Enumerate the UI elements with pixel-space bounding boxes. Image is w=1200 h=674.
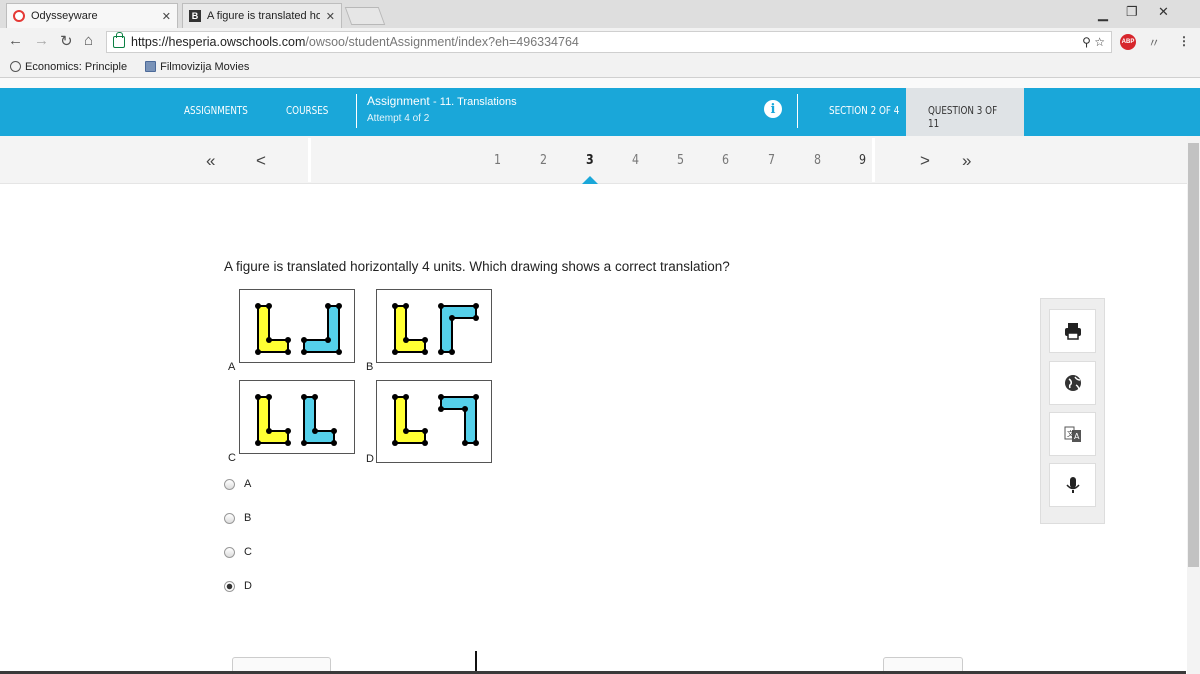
new-tab-button[interactable]	[344, 7, 386, 25]
answer-option-d[interactable]: D	[224, 580, 252, 592]
qnav-separator	[308, 138, 311, 182]
question-number-9[interactable]: 9	[859, 153, 866, 168]
assignment-name: - 11. Translations	[433, 96, 517, 108]
bookmark-star-icon[interactable]: ⚲ ☆	[1082, 35, 1105, 49]
page-top-strip	[0, 78, 1200, 88]
question-number-4[interactable]: 4	[632, 153, 639, 168]
figure-label-a: A	[228, 361, 236, 373]
answer-option-a[interactable]: A	[224, 478, 251, 490]
brainly-favicon-icon: B	[189, 10, 201, 22]
scrollbar-thumb[interactable]	[1188, 143, 1199, 567]
question-number-5[interactable]: 5	[677, 153, 684, 168]
bookmark-label: Filmovizija Movies	[160, 60, 250, 73]
figure-label-b: B	[366, 361, 374, 373]
answer-option-b[interactable]: B	[224, 512, 251, 524]
adblock-plus-icon[interactable]: ABP	[1120, 34, 1136, 50]
tab-title: Odysseyware	[31, 10, 98, 22]
translate-button[interactable]: 文A	[1049, 412, 1096, 456]
minimize-icon[interactable]: ▁	[1098, 6, 1108, 22]
print-button[interactable]	[1049, 309, 1096, 353]
question-number-6[interactable]: 6	[722, 153, 729, 168]
question-number-2[interactable]: 2	[540, 153, 547, 168]
first-question-button[interactable]: «	[206, 151, 215, 171]
option-label-c: C	[244, 546, 252, 558]
bookmark-favicon-icon	[10, 61, 21, 72]
next-question-button[interactable]: >	[920, 151, 930, 171]
radio-d-selected[interactable]	[224, 580, 235, 592]
radio-a[interactable]	[224, 478, 235, 490]
nav-courses[interactable]: COURSES	[286, 104, 328, 117]
tab-title: A figure is translated hor	[207, 10, 320, 22]
lock-icon	[113, 32, 125, 48]
figure-c	[239, 380, 355, 454]
option-label-d: D	[244, 580, 252, 592]
figure-a	[239, 289, 355, 363]
radio-c[interactable]	[224, 546, 235, 558]
globe-icon	[1064, 375, 1081, 391]
forward-icon[interactable]: →	[34, 32, 49, 49]
radio-b[interactable]	[224, 512, 235, 524]
browser-tab-question[interactable]: B A figure is translated hor ✕	[182, 3, 342, 28]
prev-question-button[interactable]: <	[256, 151, 266, 171]
figure-c-drawing	[255, 394, 337, 446]
answer-option-c[interactable]: C	[224, 546, 252, 558]
translate-icon: 文A	[1064, 426, 1081, 442]
nav-divider	[797, 94, 798, 128]
print-icon	[1064, 323, 1081, 340]
url-path: /owsoo/studentAssignment/index?eh=496334…	[305, 35, 579, 49]
bookmark-filmovizija[interactable]: Filmovizija Movies	[145, 61, 249, 73]
restore-icon[interactable]: ❐	[1126, 4, 1138, 20]
attempt-count: Attempt 4 of 2	[367, 113, 430, 124]
film-icon	[145, 61, 157, 72]
question-text: A figure is translated horizontally 4 un…	[224, 259, 730, 274]
close-tab-icon[interactable]: ✕	[326, 10, 335, 23]
question-nav	[0, 136, 1200, 184]
address-bar[interactable]: https://hesperia.owschools.com/owsoo/stu…	[106, 31, 1112, 53]
bookmark-economics[interactable]: Economics: Principle	[10, 61, 127, 73]
bookmark-label: Economics: Principle	[25, 60, 128, 73]
question-number-8[interactable]: 8	[814, 153, 821, 168]
figure-d	[376, 380, 492, 463]
close-tab-icon[interactable]: ✕	[162, 10, 171, 23]
figure-a-drawing	[255, 303, 342, 355]
svg-text:A: A	[1074, 432, 1080, 441]
assignment-header: Assignment - 11. Translations Attempt 4 …	[356, 94, 517, 128]
question-indicator: QUESTION 3 OF 11	[928, 104, 998, 130]
section-indicator: SECTION 2 OF 4	[829, 104, 900, 117]
url-host: https://hesperia.owschools.com	[131, 35, 306, 49]
nav-assignments[interactable]: ASSIGNMENTS	[184, 104, 248, 117]
microphone-icon	[1065, 477, 1080, 493]
question-number-3[interactable]: 3	[586, 153, 594, 168]
svg-text:文: 文	[1067, 429, 1074, 438]
extension-icon[interactable]: 〃	[1148, 34, 1160, 51]
browser-menu-icon[interactable]: ⋮	[1178, 34, 1190, 48]
close-window-icon[interactable]: ✕	[1158, 4, 1169, 20]
info-icon[interactable]: i	[764, 100, 782, 118]
question-number-7[interactable]: 7	[768, 153, 775, 168]
figure-b	[376, 289, 492, 363]
current-question-marker	[582, 176, 598, 184]
home-icon[interactable]: ⌂	[84, 32, 93, 49]
option-label-b: B	[244, 512, 252, 524]
figure-d-drawing	[392, 394, 479, 446]
option-label-a: A	[244, 478, 252, 490]
reload-icon[interactable]: ↻	[60, 32, 73, 50]
figure-b-drawing	[392, 303, 479, 355]
back-icon[interactable]: ←	[8, 32, 23, 49]
qnav-separator	[872, 138, 875, 182]
odysseyware-favicon-icon	[13, 10, 25, 22]
figure-label-c: C	[228, 452, 236, 464]
browser-tab-odysseyware[interactable]: Odysseyware ✕	[6, 3, 178, 28]
last-question-button[interactable]: »	[962, 151, 971, 171]
figure-label-d: D	[366, 453, 374, 465]
globe-button[interactable]	[1049, 361, 1096, 405]
browser-tabstrip: Odysseyware ✕ B A figure is translated h…	[0, 0, 1200, 28]
microphone-button[interactable]	[1049, 463, 1096, 507]
bookmarks-bar: Economics: Principle Filmovizija Movies	[0, 56, 1200, 78]
question-indicator-box: QUESTION 3 OF 11	[906, 88, 1024, 136]
question-number-1[interactable]: 1	[494, 153, 501, 168]
assignment-label: Assignment	[367, 94, 430, 108]
